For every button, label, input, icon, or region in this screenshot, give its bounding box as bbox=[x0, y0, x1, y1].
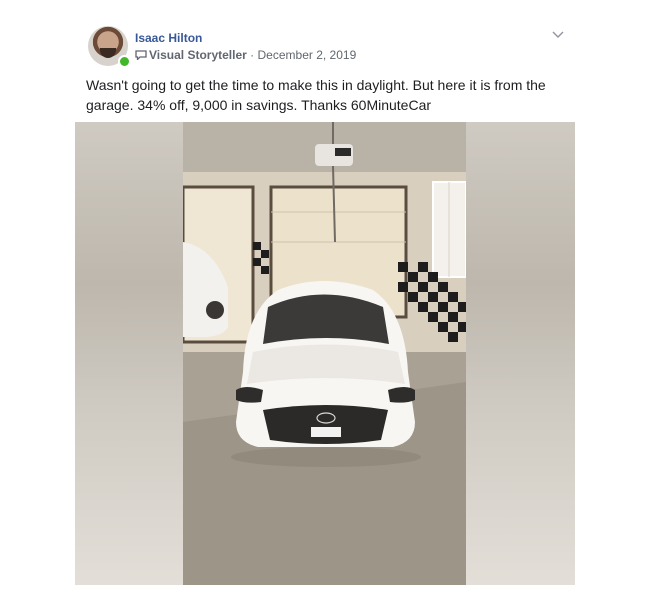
speech-bubble-icon bbox=[135, 50, 147, 60]
post-photo[interactable] bbox=[75, 122, 575, 585]
chevron-down-icon[interactable] bbox=[551, 27, 565, 41]
post-text: Wasn't going to get the time to make thi… bbox=[86, 77, 546, 113]
online-status-dot bbox=[118, 55, 131, 68]
post-date[interactable]: December 2, 2019 bbox=[258, 48, 357, 62]
meta-separator: · bbox=[250, 48, 255, 62]
garage-car-photo bbox=[183, 122, 466, 585]
post-header: Isaac Hilton Visual Storyteller · Decemb… bbox=[75, 20, 575, 70]
photo-blur-right bbox=[466, 122, 575, 585]
badge-label[interactable]: Visual Storyteller bbox=[149, 48, 247, 62]
author-name[interactable]: Isaac Hilton bbox=[135, 31, 202, 45]
photo-blur-left bbox=[75, 122, 183, 585]
post-card: Isaac Hilton Visual Storyteller · Decemb… bbox=[75, 20, 575, 585]
avatar-beard bbox=[100, 48, 116, 58]
post-meta: Visual Storyteller · December 2, 2019 bbox=[135, 48, 356, 62]
